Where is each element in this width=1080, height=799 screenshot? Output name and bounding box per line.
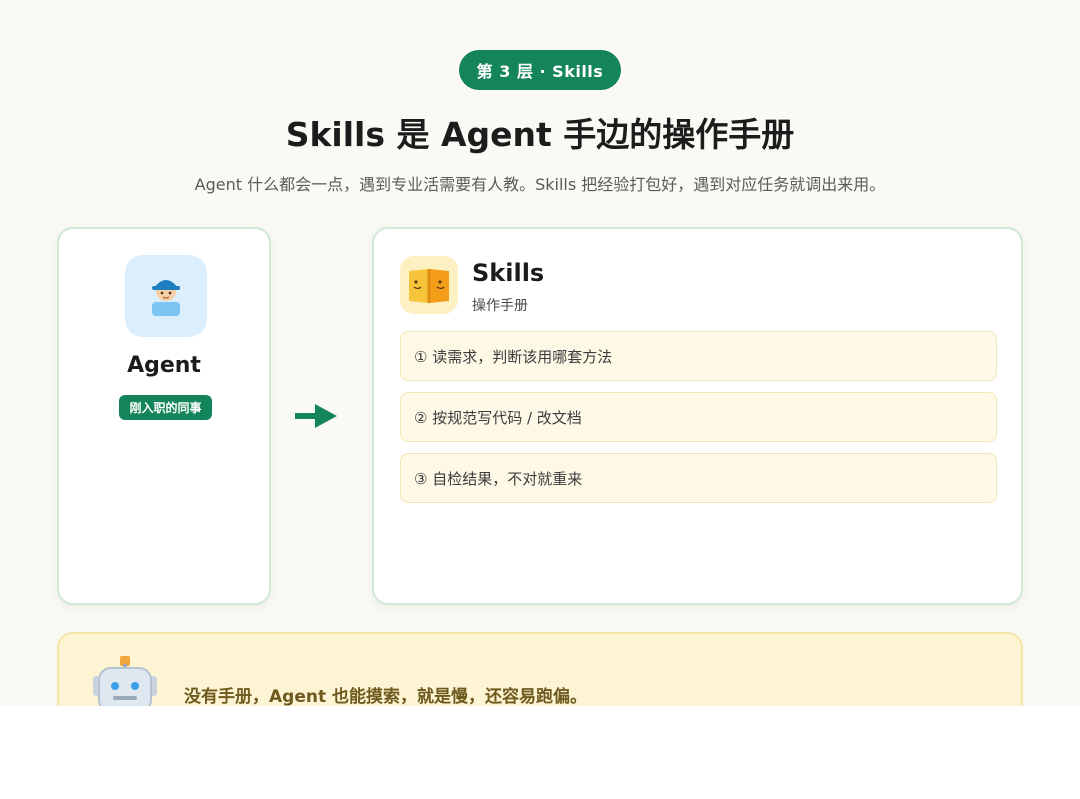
skills-card: Skills 操作手册 ① 读需求，判断该用哪套方法 ② 按规范写代码 / 改文…	[372, 227, 1023, 605]
note-banner: 没有手册，Agent 也能摸索，就是慢，还容易跑偏。	[57, 632, 1023, 706]
layer-badge: 第 3 层 · Skills	[459, 50, 621, 90]
agent-card: Agent 刚入职的同事	[57, 227, 271, 605]
skills-icon-tile	[400, 256, 458, 314]
agent-role-badge: 刚入职的同事	[119, 395, 212, 420]
skill-step-3: ③ 自检结果，不对就重来	[400, 453, 997, 503]
skill-step-1: ① 读需求，判断该用哪套方法	[400, 331, 997, 381]
page-subtitle: Agent 什么都会一点，遇到专业活需要有人教。Skills 把经验打包好，遇到…	[194, 175, 886, 194]
note-text: 没有手册，Agent 也能摸索，就是慢，还容易跑偏。	[184, 687, 588, 706]
slide-canvas: 第 3 层 · Skills Skills 是 Agent 手边的操作手册 Ag…	[0, 0, 1080, 706]
agent-avatar	[125, 255, 207, 337]
page-title: Skills 是 Agent 手边的操作手册	[285, 115, 795, 154]
skills-subtitle: 操作手册	[472, 298, 528, 314]
skills-title: Skills	[472, 259, 545, 287]
open-book-icon	[409, 269, 449, 303]
robot-icon	[93, 656, 157, 706]
agent-name: Agent	[127, 353, 201, 378]
worker-avatar-icon	[152, 280, 180, 316]
skill-step-2: ② 按规范写代码 / 改文档	[400, 392, 997, 442]
arrow-right-icon	[295, 404, 337, 428]
